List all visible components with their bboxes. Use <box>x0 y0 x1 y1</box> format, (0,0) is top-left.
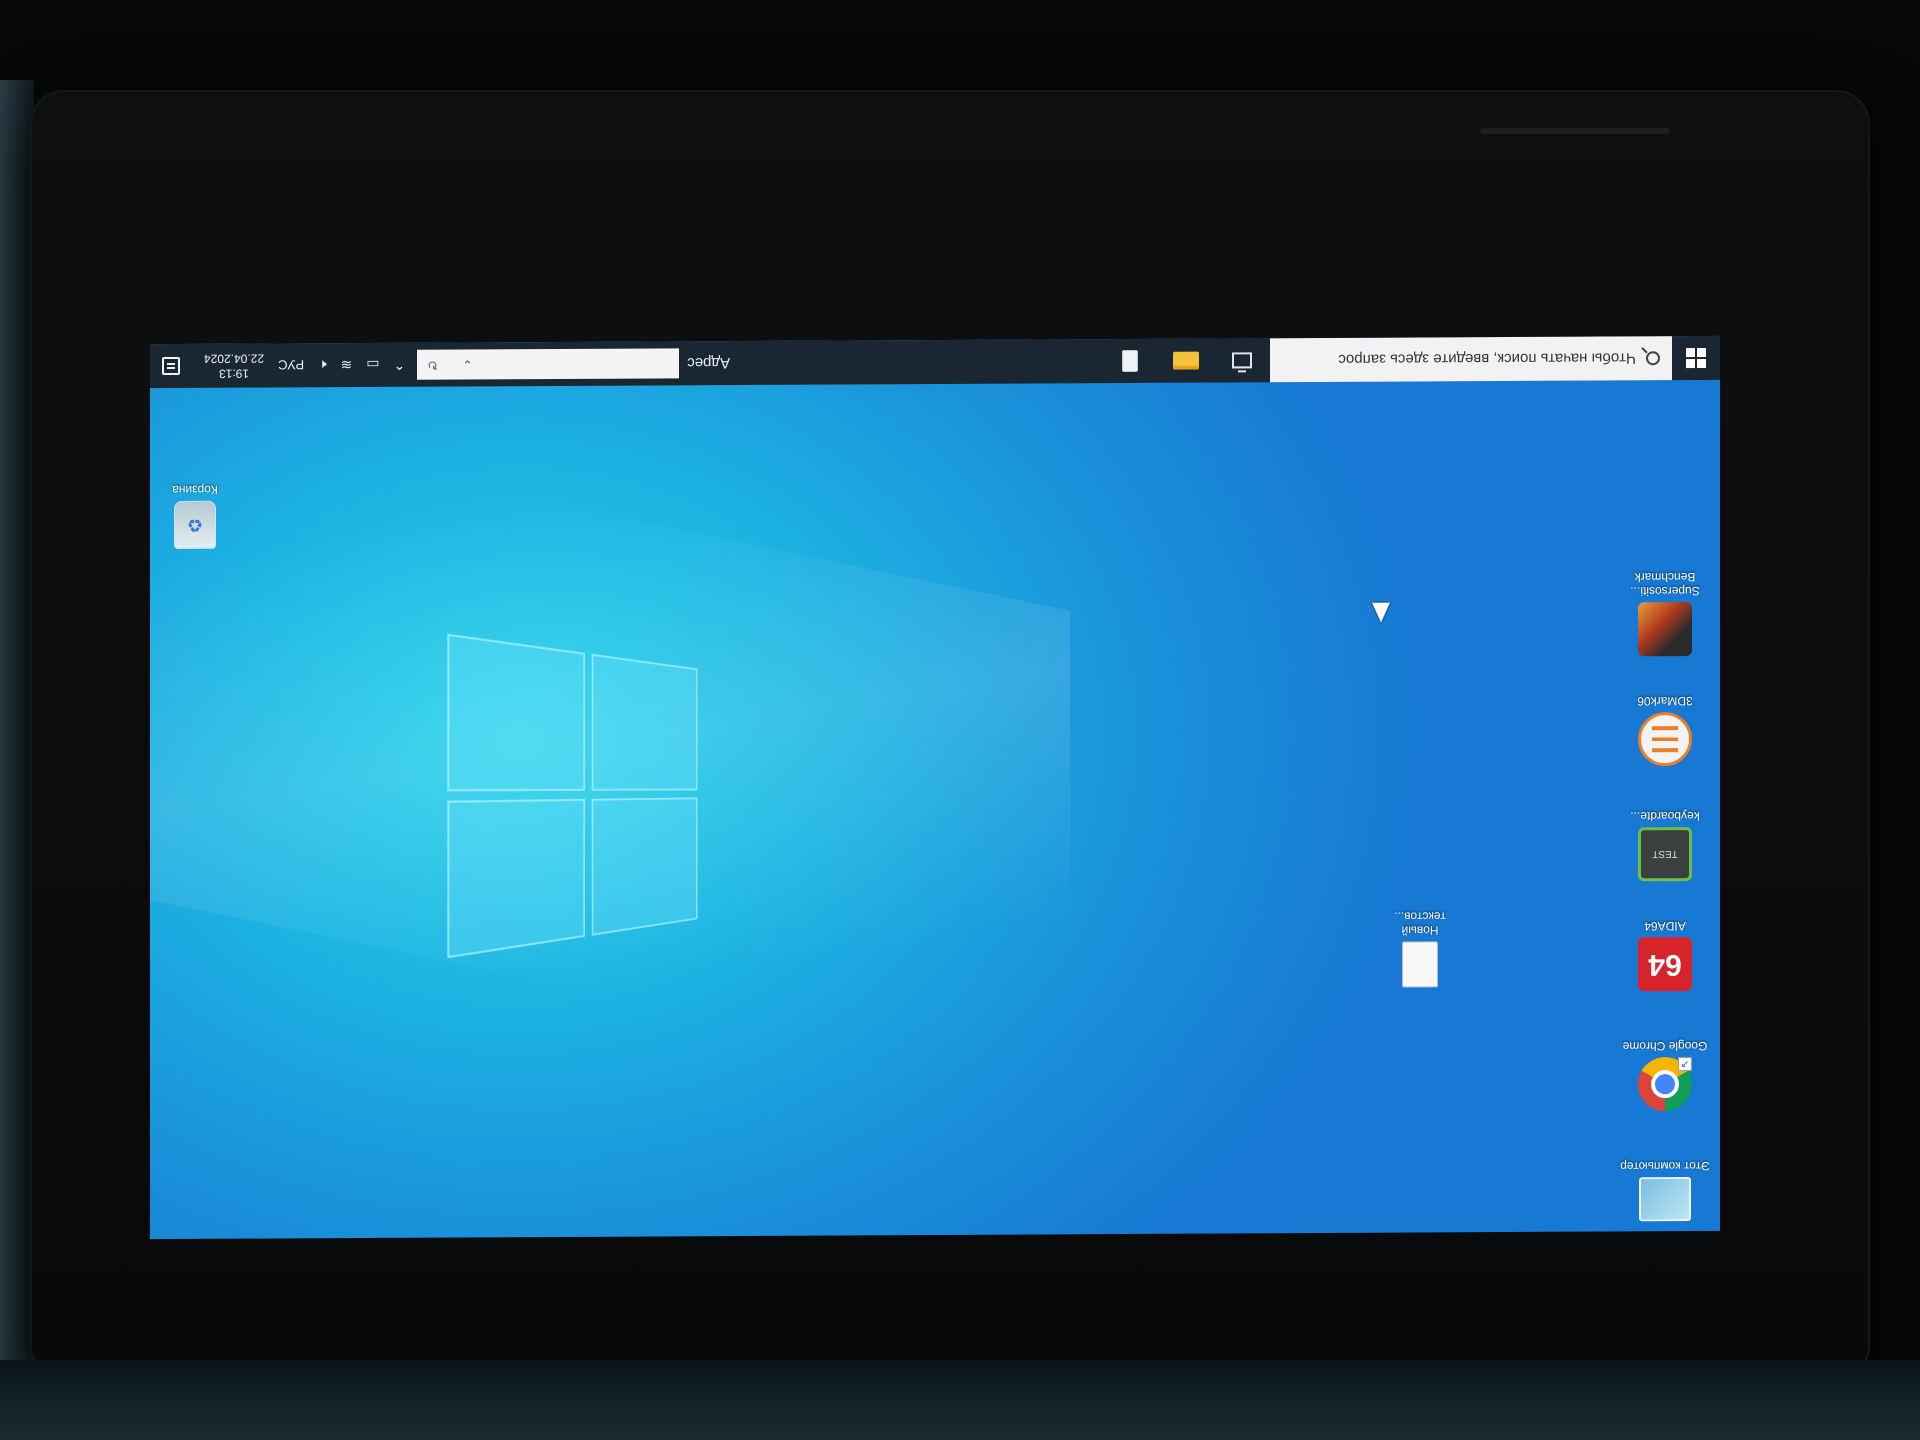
taskbar-clock[interactable]: 19:13 22.04.2024 <box>204 351 264 381</box>
taskbar-search-box[interactable]: Чтобы начать поиск, введите здесь запрос <box>1270 336 1672 383</box>
computer-icon <box>1639 1177 1691 1222</box>
input-language[interactable]: РУС <box>278 358 304 373</box>
3dmark-icon <box>1638 712 1692 767</box>
windows-start-icon <box>1686 347 1706 369</box>
taskbar: Чтобы начать поиск, введите здесь запрос… <box>150 335 1720 389</box>
background-left-edge <box>0 80 34 1380</box>
chrome-icon: ↗ <box>1638 1057 1692 1112</box>
desktop-icon-label: Корзина <box>172 482 218 497</box>
address-toolbar-label: Адрес <box>687 354 731 372</box>
desktop-icon-chrome[interactable]: ↗ Google Chrome <box>1620 1038 1710 1112</box>
refresh-icon[interactable]: ↻ <box>427 357 438 373</box>
superposition-benchmark-icon <box>1638 602 1692 657</box>
desktop-icon-label: Новый текстов... <box>1394 909 1446 938</box>
chevron-up-icon[interactable]: ⌃ <box>393 356 405 373</box>
notepad-button[interactable] <box>1102 339 1158 383</box>
address-toolbar-input[interactable]: ⌄ ↻ <box>417 348 680 380</box>
recycle-bin-icon <box>174 500 216 549</box>
desktop-icon-superposition[interactable]: Supersositi... Benchmark <box>1620 570 1710 657</box>
file-explorer-button[interactable] <box>1158 339 1214 383</box>
aida64-glyph: 64 <box>1648 948 1682 982</box>
desktop-icon-label: Supersositi... Benchmark <box>1630 570 1700 599</box>
logo-pane-bottom-right <box>447 633 585 792</box>
desktop-icon-aida64[interactable]: 64 AIDA64 <box>1620 919 1710 992</box>
desktop-icon-this-pc[interactable]: Этот компьютер <box>1620 1158 1710 1222</box>
system-tray: ⌃ ▭ ≋ 🔈︎ РУС 19:13 22.04.2024 <box>150 350 417 381</box>
speaker-icon[interactable]: 🔈︎ <box>318 357 326 374</box>
desktop-screen: Этот компьютер ↗ Google Chrome 64 AIDA64… <box>150 335 1720 1240</box>
mouse-pointer <box>1372 602 1390 623</box>
desktop-icon-label: Этот компьютер <box>1620 1158 1710 1174</box>
notification-icon[interactable] <box>162 356 180 376</box>
desktop-icon-recycle-bin[interactable]: Корзина <box>150 483 240 549</box>
folder-icon <box>1173 351 1199 370</box>
clock-time: 19:13 <box>219 366 250 381</box>
keyboard-test-glyph: TEST <box>1652 848 1678 860</box>
desktop-icon-keyboardtest[interactable]: TEST keyboardte... <box>1620 808 1710 882</box>
address-dropdown-chevron-icon[interactable]: ⌄ <box>462 356 473 372</box>
network-icon[interactable]: ≋ <box>341 357 353 374</box>
text-file-icon <box>1402 941 1438 988</box>
search-placeholder: Чтобы начать поиск, введите здесь запрос <box>1338 349 1636 369</box>
battery-icon[interactable]: ▭ <box>366 356 379 373</box>
logo-pane-bottom-left <box>591 653 698 791</box>
taskbar-spacer <box>738 361 1102 363</box>
wallpaper-windows-logo <box>438 625 698 959</box>
clock-date: 22.04.2024 <box>204 351 265 366</box>
start-button[interactable] <box>1672 336 1720 380</box>
desktop-icon-3dmark06[interactable]: 3DMark06 <box>1620 694 1710 767</box>
document-icon <box>1122 349 1138 373</box>
bezel-brand-strip <box>1480 128 1670 134</box>
shortcut-arrow-icon: ↗ <box>1678 1057 1692 1072</box>
aida64-icon: 64 <box>1638 937 1692 992</box>
search-icon <box>1646 351 1660 366</box>
keyboard-test-icon: TEST <box>1638 827 1692 882</box>
desk-surface <box>0 1360 1920 1440</box>
desktop-icon-label: AIDA64 <box>1644 919 1686 934</box>
desktop-icon-label: keyboardte... <box>1630 808 1700 824</box>
logo-pane-top-right <box>447 798 585 959</box>
desktop-icon-label: 3DMark06 <box>1637 694 1693 709</box>
desktop-icon-new-text-file[interactable]: Новый текстов... <box>1375 909 1465 988</box>
task-view-button[interactable] <box>1214 338 1270 382</box>
logo-pane-top-left <box>591 797 698 936</box>
desktop-icon-label: Google Chrome <box>1622 1038 1708 1054</box>
task-view-icon <box>1232 352 1252 369</box>
